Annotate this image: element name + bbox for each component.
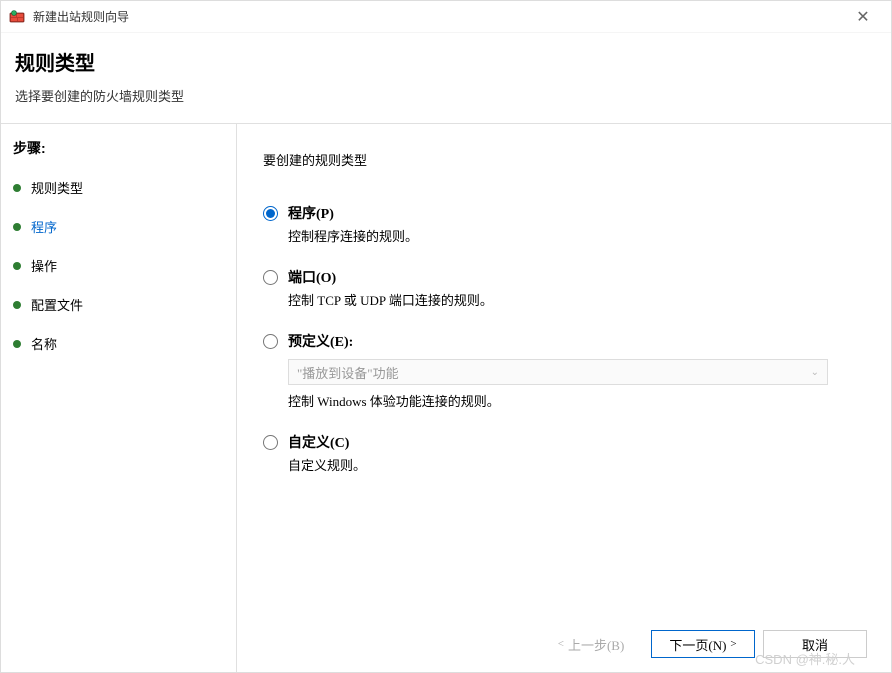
- step-action[interactable]: 操作: [9, 250, 228, 281]
- step-name[interactable]: 名称: [9, 328, 228, 359]
- app-icon: [9, 9, 25, 25]
- radio-program-label[interactable]: 程序(P): [288, 203, 334, 223]
- radio-predefined-desc: 控制 Windows 体验功能连接的规则。: [288, 391, 867, 410]
- wizard-window: 新建出站规则向导 ✕ 规则类型 选择要创建的防火墙规则类型 步骤: 规则类型 程…: [0, 0, 892, 673]
- close-icon: ✕: [856, 7, 869, 27]
- titlebar: 新建出站规则向导 ✕: [1, 1, 891, 33]
- option-program: 程序(P) 控制程序连接的规则。: [263, 203, 867, 245]
- button-bar: < 上一步(B) 下一页(N) > 取消: [539, 630, 867, 658]
- bullet-icon: [13, 340, 21, 348]
- radio-port-label[interactable]: 端口(O): [288, 267, 336, 287]
- bullet-icon: [13, 262, 21, 270]
- cancel-button-label: 取消: [802, 635, 828, 654]
- content-area: 步骤: 规则类型 程序 操作 配置文件 名称 要创建的: [1, 123, 891, 672]
- radio-custom-label[interactable]: 自定义(C): [288, 432, 349, 452]
- chevron-left-icon: <: [558, 638, 564, 650]
- chevron-down-icon: ⌄: [811, 367, 819, 378]
- radio-program-desc: 控制程序连接的规则。: [288, 226, 867, 245]
- bullet-icon: [13, 223, 21, 231]
- step-label: 名称: [31, 334, 57, 353]
- step-label: 规则类型: [31, 178, 83, 197]
- option-predefined: 预定义(E): "播放到设备"功能 ⌄ 控制 Windows 体验功能连接的规则…: [263, 331, 867, 410]
- steps-sidebar: 步骤: 规则类型 程序 操作 配置文件 名称: [1, 124, 237, 672]
- radio-program[interactable]: [263, 206, 278, 221]
- chevron-right-icon: >: [730, 638, 736, 650]
- close-button[interactable]: ✕: [843, 3, 883, 31]
- step-label: 配置文件: [31, 295, 83, 314]
- window-title: 新建出站规则向导: [33, 8, 843, 25]
- step-label: 操作: [31, 256, 57, 275]
- page-subtitle: 选择要创建的防火墙规则类型: [15, 86, 877, 105]
- predefined-select[interactable]: "播放到设备"功能 ⌄: [288, 359, 828, 385]
- step-profile[interactable]: 配置文件: [9, 289, 228, 320]
- option-port: 端口(O) 控制 TCP 或 UDP 端口连接的规则。: [263, 267, 867, 309]
- radio-port[interactable]: [263, 270, 278, 285]
- option-custom: 自定义(C) 自定义规则。: [263, 432, 867, 474]
- steps-heading: 步骤:: [9, 138, 228, 158]
- radio-predefined-label[interactable]: 预定义(E):: [288, 331, 353, 351]
- main-panel: 要创建的规则类型 程序(P) 控制程序连接的规则。 端口(O) 控制 TCP 或…: [237, 124, 891, 672]
- prompt-text: 要创建的规则类型: [263, 150, 867, 169]
- page-title: 规则类型: [15, 47, 877, 76]
- step-program[interactable]: 程序: [9, 211, 228, 242]
- bullet-icon: [13, 184, 21, 192]
- cancel-button[interactable]: 取消: [763, 630, 867, 658]
- bullet-icon: [13, 301, 21, 309]
- back-button: < 上一步(B): [539, 630, 643, 658]
- radio-custom[interactable]: [263, 435, 278, 450]
- radio-predefined[interactable]: [263, 334, 278, 349]
- back-button-label: 上一步(B): [568, 635, 624, 654]
- predefined-select-value: "播放到设备"功能: [297, 363, 399, 382]
- next-button[interactable]: 下一页(N) >: [651, 630, 755, 658]
- step-rule-type[interactable]: 规则类型: [9, 172, 228, 203]
- rule-type-options: 程序(P) 控制程序连接的规则。 端口(O) 控制 TCP 或 UDP 端口连接…: [263, 203, 867, 496]
- next-button-label: 下一页(N): [669, 635, 726, 654]
- radio-port-desc: 控制 TCP 或 UDP 端口连接的规则。: [288, 290, 867, 309]
- step-label: 程序: [31, 217, 57, 236]
- radio-custom-desc: 自定义规则。: [288, 455, 867, 474]
- header-section: 规则类型 选择要创建的防火墙规则类型: [1, 33, 891, 123]
